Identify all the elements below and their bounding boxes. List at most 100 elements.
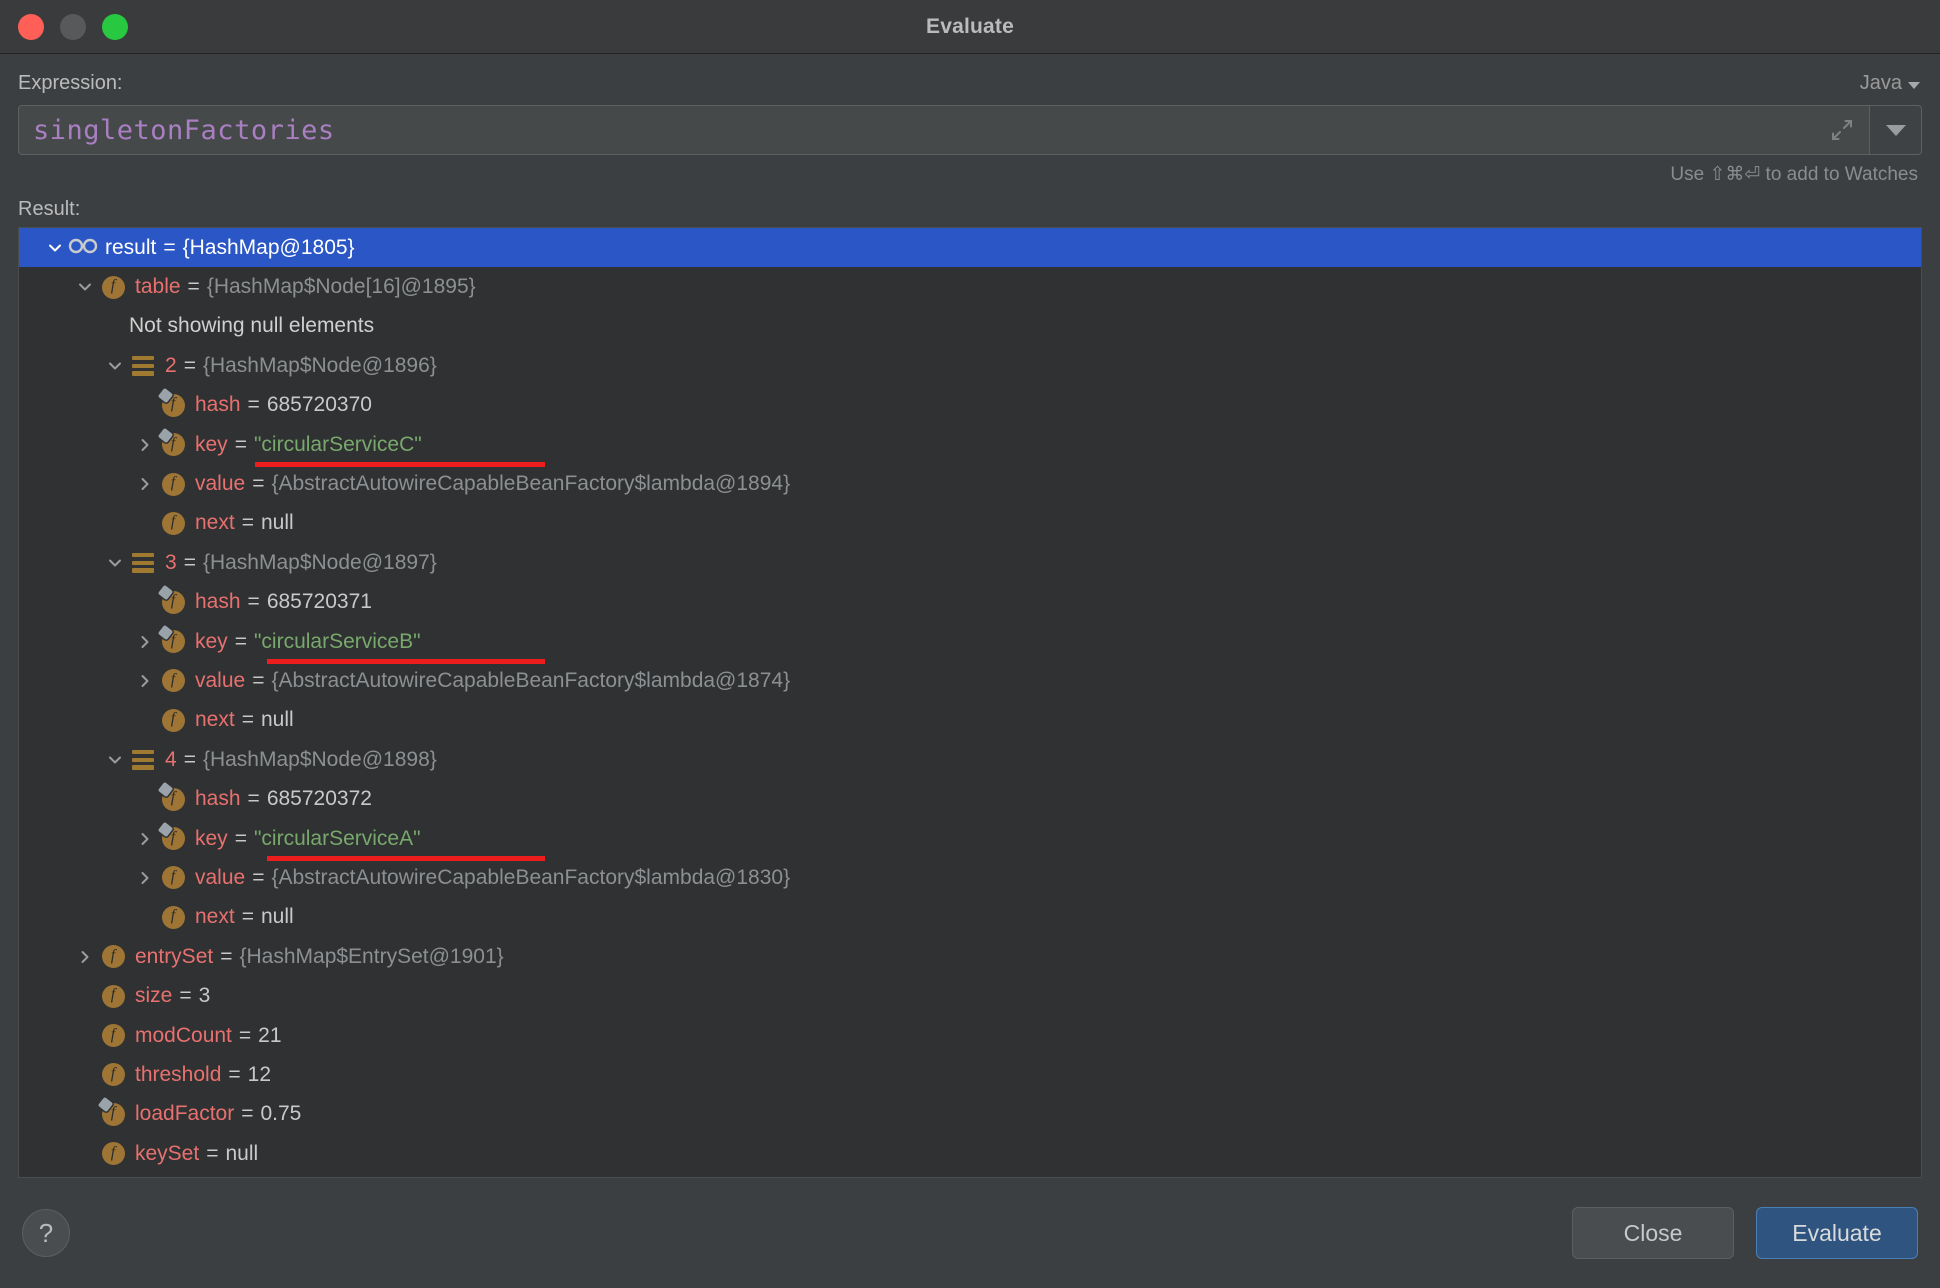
field-icon: f bbox=[101, 275, 125, 299]
chevron-down-icon[interactable] bbox=[71, 273, 99, 301]
tree-node-name: key bbox=[195, 432, 228, 456]
title-bar: Evaluate bbox=[0, 0, 1940, 54]
close-button[interactable]: Close bbox=[1572, 1207, 1734, 1259]
tree-node-name: value bbox=[195, 865, 246, 889]
evaluate-button[interactable]: Evaluate bbox=[1756, 1207, 1918, 1259]
tree-twisty-placeholder bbox=[101, 312, 129, 340]
tree-row[interactable]: f hash = 685720371 bbox=[19, 583, 1921, 622]
tree-twisty-placeholder bbox=[131, 509, 159, 537]
tree-node-value: 0.75 bbox=[260, 1102, 302, 1126]
language-selector[interactable]: Java bbox=[1860, 72, 1920, 95]
array-index-icon bbox=[132, 355, 154, 376]
expression-label-row: Expression: Java bbox=[18, 72, 1922, 95]
tree-row[interactable]: 4 = {HashMap$Node@1898} bbox=[19, 740, 1921, 779]
chevron-right-icon[interactable] bbox=[131, 864, 159, 892]
tree-row[interactable]: 2 = {HashMap$Node@1896} bbox=[19, 346, 1921, 385]
tree-node-name: threshold bbox=[135, 1062, 222, 1086]
tree-twisty-placeholder bbox=[71, 1140, 99, 1168]
field-icon: f bbox=[161, 708, 185, 732]
tree-twisty-placeholder bbox=[131, 785, 159, 813]
tree-row[interactable]: f key = "circularServiceB" bbox=[19, 622, 1921, 665]
chevron-right-icon[interactable] bbox=[131, 825, 159, 853]
tree-row[interactable]: f key = "circularServiceA" bbox=[19, 819, 1921, 862]
tree-node-icon: f bbox=[99, 1061, 127, 1089]
expression-history-dropdown[interactable] bbox=[1870, 105, 1922, 155]
tree-node-name: keySet bbox=[135, 1141, 200, 1165]
tree-row[interactable]: result = {HashMap@1805} bbox=[19, 228, 1921, 268]
tree-row[interactable]: f next = null bbox=[19, 504, 1921, 543]
tree-node-name: 4 bbox=[165, 747, 177, 771]
tree-node-value: 685720372 bbox=[266, 787, 372, 811]
tree-node-icon: f bbox=[159, 667, 187, 695]
tree-row[interactable]: f keySet = null bbox=[19, 1134, 1921, 1173]
tree-node-equals: = bbox=[241, 905, 254, 929]
tree-row[interactable]: f next = null bbox=[19, 701, 1921, 740]
chevron-down-icon[interactable] bbox=[101, 352, 129, 380]
chevron-right-icon[interactable] bbox=[71, 943, 99, 971]
zoom-window-button[interactable] bbox=[102, 13, 128, 40]
tree-row[interactable]: f key = "circularServiceC" bbox=[19, 425, 1921, 468]
tree-node-name: next bbox=[195, 905, 235, 929]
tree-row[interactable]: f value = {AbstractAutowireCapableBeanFacto… bbox=[19, 464, 1921, 503]
tree-node-equals: = bbox=[187, 275, 200, 299]
tree-node-value: {HashMap$Node@1897} bbox=[202, 550, 437, 574]
tree-row[interactable]: 3 = {HashMap$Node@1897} bbox=[19, 543, 1921, 582]
tree-row[interactable]: f hash = 685720370 bbox=[19, 386, 1921, 425]
tree-twisty-placeholder bbox=[71, 982, 99, 1010]
chevron-right-icon[interactable] bbox=[131, 470, 159, 498]
field-icon: f bbox=[101, 1024, 125, 1047]
tree-node-value: {HashMap$EntrySet@1901} bbox=[239, 944, 504, 968]
tree-row[interactable]: f value = {AbstractAutowireCapableBeanFacto… bbox=[19, 661, 1921, 700]
close-window-button[interactable] bbox=[18, 13, 44, 40]
tree-node-equals: = bbox=[252, 472, 265, 496]
tree-node-value: {HashMap$Node@1898} bbox=[202, 747, 437, 771]
expression-input[interactable]: singletonFactories bbox=[18, 105, 1870, 155]
tree-node-equals: = bbox=[228, 1062, 241, 1086]
chevron-down-icon[interactable] bbox=[101, 549, 129, 577]
tree-row[interactable]: f table = {HashMap$Node[16]@1895} bbox=[19, 267, 1921, 306]
tree-node-icon: f bbox=[97, 1097, 127, 1128]
tree-row[interactable]: f loadFactor = 0.75 bbox=[19, 1095, 1921, 1134]
tree-node-equals: = bbox=[238, 1023, 252, 1047]
tree-node-value: {AbstractAutowireCapableBeanFactory$lamb… bbox=[271, 668, 791, 692]
tree-node-icon bbox=[129, 549, 157, 577]
chevron-down-icon bbox=[1885, 124, 1906, 136]
tree-node-equals: = bbox=[241, 511, 254, 535]
tree-node-name: next bbox=[195, 708, 235, 732]
chevron-down-icon[interactable] bbox=[101, 746, 129, 774]
tree-row[interactable]: f hash = 685720372 bbox=[19, 779, 1921, 818]
tree-row[interactable]: f entrySet = {HashMap$EntrySet@1901} bbox=[19, 937, 1921, 976]
tree-row[interactable]: Not showing null elements bbox=[19, 307, 1921, 346]
tree-twisty-placeholder bbox=[71, 1022, 99, 1050]
tree-row[interactable]: f value = {AbstractAutowireCapableBeanFacto… bbox=[19, 858, 1921, 897]
tree-twisty-placeholder bbox=[131, 706, 159, 734]
chevron-down-icon[interactable] bbox=[41, 234, 69, 262]
tree-row[interactable]: f threshold = 12 bbox=[19, 1055, 1921, 1094]
tree-node-icon: f bbox=[159, 864, 187, 892]
tree-node-icon: f bbox=[159, 903, 187, 931]
minimize-window-button[interactable] bbox=[60, 13, 86, 40]
tree-row[interactable]: f modCount = 21 bbox=[19, 1016, 1921, 1055]
tree-node-value: 685720371 bbox=[266, 590, 372, 614]
tree-node-name: hash bbox=[195, 787, 241, 811]
tree-node-name: entrySet bbox=[135, 944, 214, 968]
field-icon: f bbox=[101, 984, 125, 1008]
chevron-right-icon[interactable] bbox=[131, 431, 159, 459]
result-tree[interactable]: result = {HashMap@1805} f table = {HashMap$Nod… bbox=[18, 227, 1922, 1178]
tree-row[interactable]: f size = 3 bbox=[19, 976, 1921, 1015]
tree-twisty-placeholder bbox=[131, 588, 159, 616]
tree-row[interactable]: f next = null bbox=[19, 898, 1921, 937]
chevron-right-icon[interactable] bbox=[131, 628, 159, 656]
chevron-right-icon[interactable] bbox=[131, 667, 159, 695]
tree-node-value: {AbstractAutowireCapableBeanFactory$lamb… bbox=[271, 865, 791, 889]
field-icon: f bbox=[161, 866, 185, 890]
tree-node-equals: = bbox=[206, 1141, 219, 1165]
help-button[interactable]: ? bbox=[22, 1209, 70, 1257]
tree-node-equals: = bbox=[252, 668, 265, 692]
window-controls bbox=[18, 13, 128, 40]
tree-node-name: key bbox=[195, 629, 228, 653]
language-selector-label: Java bbox=[1859, 72, 1902, 94]
tree-node-value: null bbox=[260, 511, 294, 535]
expand-diagonal-icon[interactable] bbox=[1829, 117, 1855, 143]
watches-hint: Use ⇧⌘⏎ to add to Watches bbox=[1670, 164, 1918, 185]
